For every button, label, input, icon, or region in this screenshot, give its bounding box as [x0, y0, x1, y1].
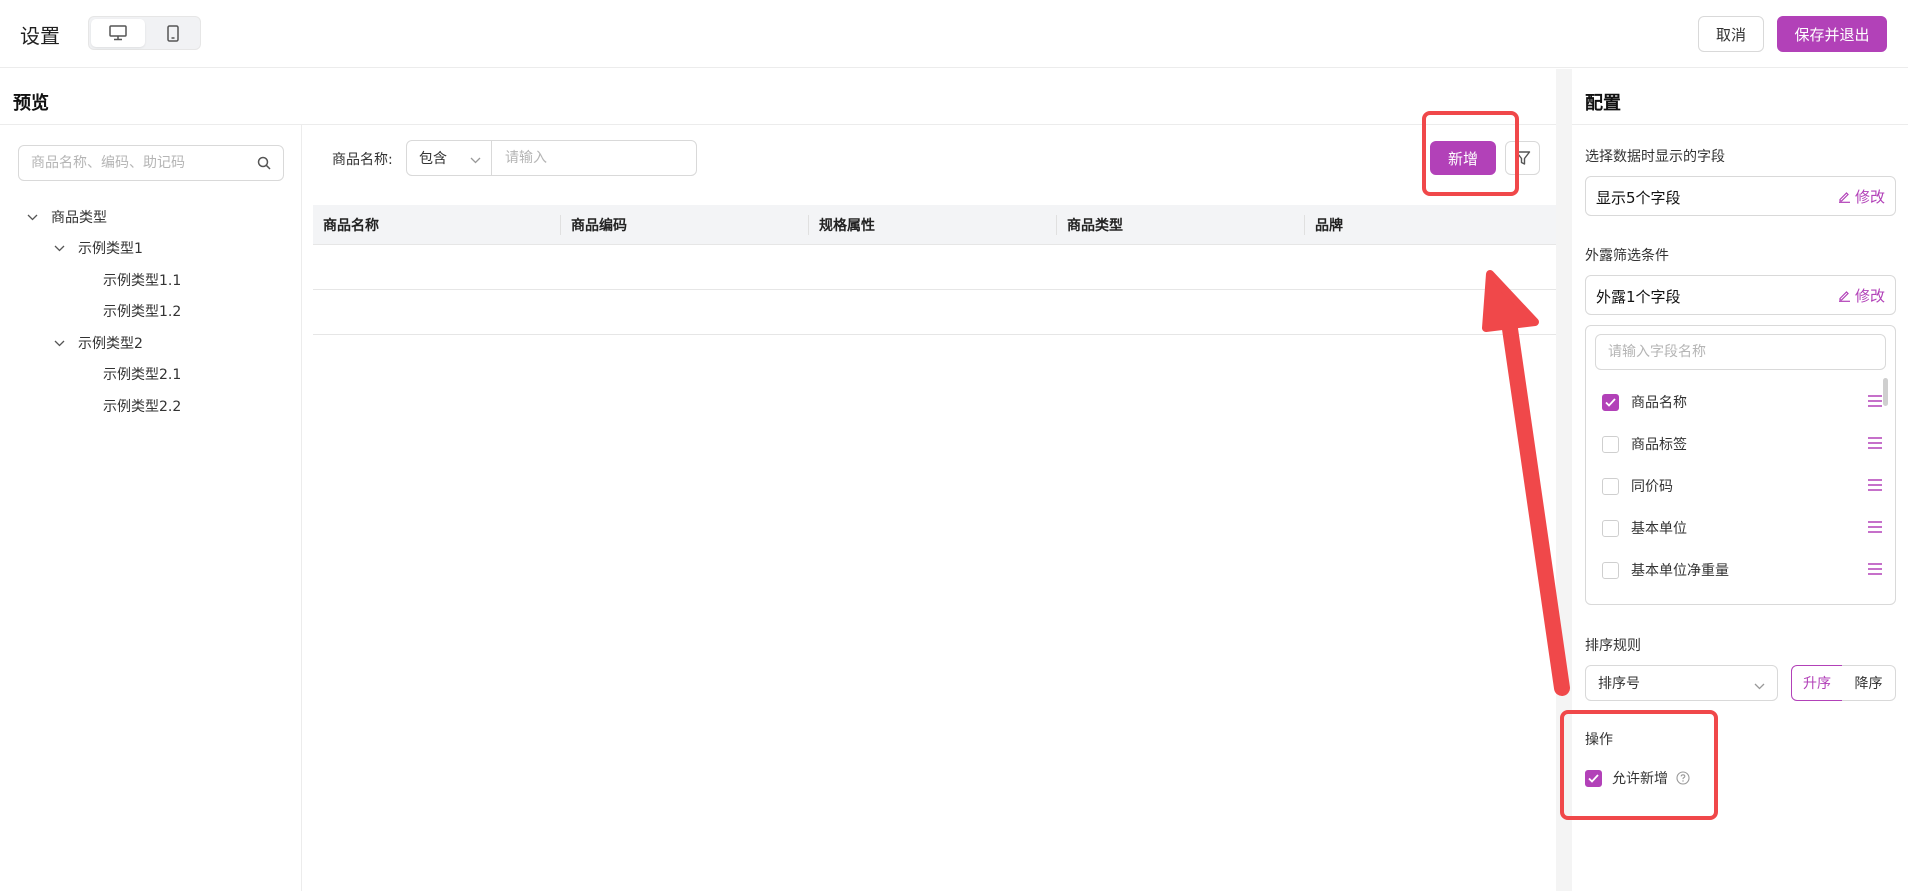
mobile-view-button[interactable] [146, 19, 200, 47]
chevron-down-icon[interactable] [52, 241, 66, 255]
edit-icon [1838, 192, 1850, 203]
save-and-exit-button[interactable]: 保存并退出 [1777, 16, 1887, 52]
tree-item-label: 示例类型1 [78, 241, 143, 257]
sort-field-select[interactable]: 排序号 [1585, 665, 1778, 701]
page-title: 设置 [20, 24, 60, 48]
tree-item-label: 示例类型1.2 [103, 304, 182, 320]
tree-item-type2-1[interactable]: 示例类型2.1 [103, 363, 181, 385]
tree-item-type2-2[interactable]: 示例类型2.2 [103, 395, 181, 417]
search-icon[interactable] [257, 156, 271, 174]
field-checkbox[interactable] [1602, 477, 1619, 495]
chevron-down-icon[interactable] [25, 210, 39, 224]
table-row[interactable] [313, 290, 1556, 335]
sort-rule-label: 排序规则 [1585, 638, 1641, 654]
sort-ascending-button[interactable]: 升序 [1791, 665, 1843, 701]
field-name: 同价码 [1631, 479, 1673, 495]
drag-handle-icon[interactable] [1868, 563, 1882, 579]
field-checkbox[interactable] [1602, 435, 1619, 453]
filter-operator-select[interactable]: 包含 [407, 141, 492, 175]
sort-descending-button[interactable]: 降序 [1842, 665, 1896, 701]
exposed-filters-label: 外露筛选条件 [1585, 248, 1669, 264]
edit-label: 修改 [1854, 287, 1885, 305]
highlight-box-actions [1560, 710, 1718, 820]
sort-field-value: 排序号 [1598, 676, 1640, 692]
column-header[interactable]: 商品编码 [561, 205, 627, 245]
tree-item-type2[interactable]: 示例类型2 [52, 332, 143, 354]
field-item[interactable]: 商品标签 [1602, 432, 1882, 456]
tree-item-type1-1[interactable]: 示例类型1.1 [103, 269, 181, 291]
field-item[interactable]: 同价码 [1602, 474, 1882, 498]
filter-label: 商品名称: [332, 152, 393, 168]
field-checkbox[interactable] [1602, 393, 1619, 411]
top-bar: 设置 取消 保存并退出 [0, 0, 1908, 68]
mobile-icon [167, 24, 179, 42]
column-header[interactable]: 规格属性 [809, 205, 875, 245]
field-name: 商品名称 [1631, 395, 1687, 411]
category-tree-panel: 商品类型 示例类型1 示例类型1.1 示例类型1.2 示例类型2 示例类型2.1… [0, 125, 302, 891]
drag-handle-icon[interactable] [1868, 521, 1882, 537]
field-name: 商品标签 [1631, 437, 1687, 453]
check-icon [1605, 397, 1616, 407]
tree-item-label: 示例类型2.2 [103, 399, 182, 415]
field-checkbox[interactable] [1602, 519, 1619, 537]
cancel-button[interactable]: 取消 [1698, 16, 1764, 52]
divider [1572, 124, 1908, 125]
edit-icon [1838, 291, 1850, 302]
tree-item-type1-2[interactable]: 示例类型1.2 [103, 300, 181, 322]
list-scrollbar[interactable] [1883, 378, 1888, 406]
column-header[interactable]: 商品类型 [1057, 205, 1123, 245]
edit-display-fields-button[interactable]: 修改 [1838, 186, 1885, 207]
table-row[interactable] [313, 245, 1556, 290]
drag-handle-icon[interactable] [1868, 395, 1882, 411]
column-header[interactable]: 品牌 [1305, 205, 1343, 245]
list-area: 商品名称: 包含 新增 商品名称 商品编码 规格属性 商品类型 品牌 [303, 125, 1556, 891]
exposed-filters-value: 外露1个字段 [1596, 288, 1681, 306]
chevron-down-icon [1754, 678, 1765, 694]
field-item[interactable]: 基本单位 [1602, 516, 1882, 540]
tree-item-root[interactable]: 商品类型 [25, 206, 107, 228]
chevron-down-icon [470, 152, 481, 168]
device-switch [88, 16, 201, 50]
field-list: 商品名称 商品标签 同价码 基本单位 基本单位净重量 [1585, 325, 1896, 605]
desktop-view-button[interactable] [91, 19, 145, 47]
tree-item-label: 示例类型2 [78, 336, 143, 352]
display-fields-label: 选择数据时显示的字段 [1585, 149, 1725, 165]
field-name: 基本单位净重量 [1631, 563, 1729, 579]
filter-group: 包含 [406, 140, 697, 176]
field-name: 基本单位 [1631, 521, 1687, 537]
product-table: 商品名称 商品编码 规格属性 商品类型 品牌 [313, 205, 1556, 335]
display-fields-value: 显示5个字段 [1596, 189, 1681, 207]
desktop-icon [109, 25, 127, 41]
config-title: 配置 [1585, 93, 1621, 114]
field-search-input[interactable] [1595, 334, 1886, 370]
tree-item-label: 示例类型1.1 [103, 273, 182, 289]
field-item[interactable]: 基本单位净重量 [1602, 558, 1882, 582]
preview-title: 预览 [13, 93, 49, 114]
exposed-filters-field: 外露1个字段 修改 [1585, 275, 1896, 315]
tree-item-label: 商品类型 [51, 210, 107, 226]
edit-label: 修改 [1854, 188, 1885, 206]
filter-value-input[interactable] [493, 141, 693, 175]
filter-operator-value: 包含 [419, 151, 447, 167]
highlight-box-add [1422, 111, 1519, 196]
field-item[interactable]: 商品名称 [1602, 390, 1882, 414]
tree-search-box [18, 145, 284, 181]
drag-handle-icon[interactable] [1868, 437, 1882, 453]
display-fields-field: 显示5个字段 修改 [1585, 176, 1896, 216]
edit-exposed-filters-button[interactable]: 修改 [1838, 285, 1885, 306]
table-header: 商品名称 商品编码 规格属性 商品类型 品牌 [313, 205, 1556, 245]
field-checkbox[interactable] [1602, 561, 1619, 579]
tree-item-type1[interactable]: 示例类型1 [52, 237, 143, 259]
chevron-down-icon[interactable] [52, 336, 66, 350]
tree-search-input[interactable] [31, 146, 251, 180]
tree-item-label: 示例类型2.1 [103, 367, 182, 383]
drag-handle-icon[interactable] [1868, 479, 1882, 495]
preview-panel: 预览 商品类型 示例类型1 示例类型1.1 示例类型1.2 示例类型2 示例类型 [0, 69, 1556, 891]
column-header[interactable]: 商品名称 [313, 205, 379, 245]
